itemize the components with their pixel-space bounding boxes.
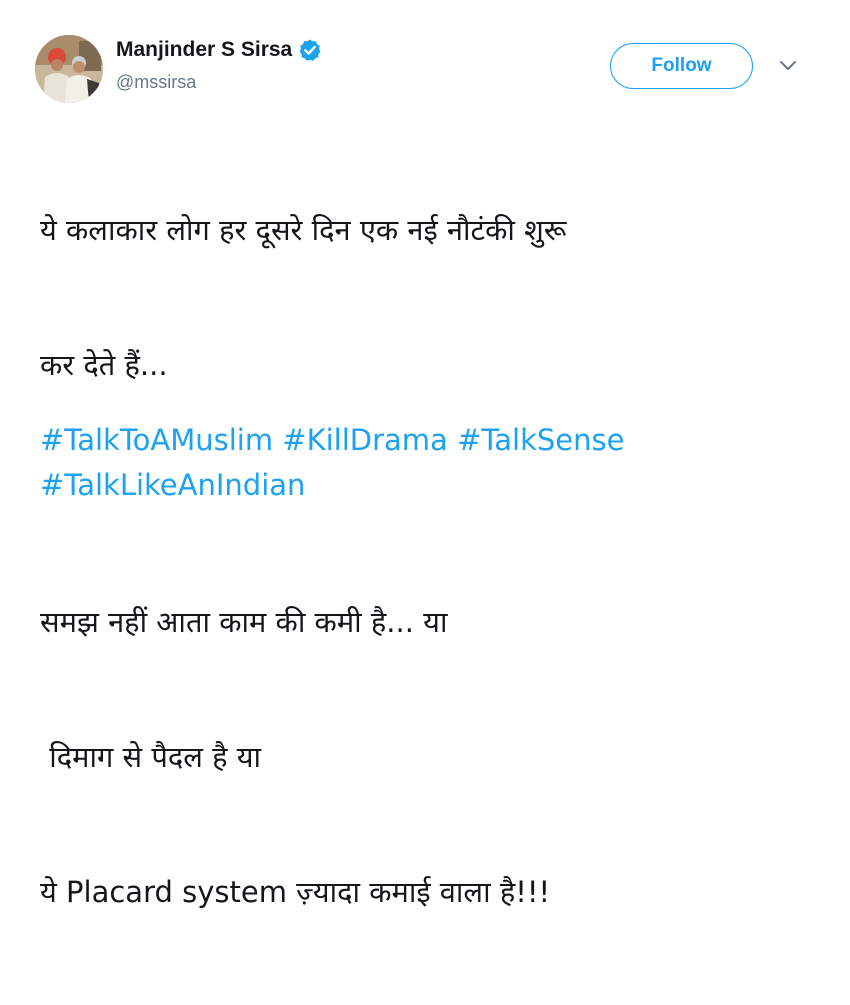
hashtag-link[interactable]: #TalkToAMuslim [40, 423, 273, 457]
tweet-text-line: दिमाग से पैदल है या [40, 740, 262, 774]
hashtag-row: #TalkLikeAnIndian [40, 463, 624, 508]
avatar[interactable] [35, 35, 103, 103]
hashtag-row: #TalkToAMuslim #KillDrama #TalkSense [40, 418, 624, 463]
verified-badge-icon [298, 38, 322, 62]
hashtag-link[interactable]: #TalkSense [457, 423, 624, 457]
chevron-down-icon[interactable] [779, 58, 797, 72]
author-name-row: Manjinder S Sirsa [116, 38, 322, 62]
follow-button[interactable]: Follow [610, 43, 753, 89]
author-name[interactable]: Manjinder S Sirsa [116, 38, 292, 62]
tweet-text-line: समझ नहीं आता काम की कमी है... या [40, 605, 448, 639]
author-handle[interactable]: @mssirsa [116, 72, 196, 93]
hashtag-link[interactable]: #TalkLikeAnIndian [40, 468, 305, 502]
hashtag-link[interactable]: #KillDrama [282, 423, 448, 457]
tweet-text-line: कर देते हैं... [40, 348, 168, 382]
avatar-photo [35, 35, 103, 103]
tweet-card: Manjinder S Sirsa @mssirsa Follow ये कला… [0, 0, 850, 909]
tweet-text: ये कलाकार लोग हर दूसरे दिन एक नई नौटंकी … [40, 118, 830, 1005]
tweet-text-line: ये Placard system ज़्यादा कमाई वाला है!!… [40, 875, 551, 909]
hashtag-block: #TalkToAMuslim #KillDrama #TalkSense #Ta… [40, 418, 624, 508]
tweet-text-line: ये कलाकार लोग हर दूसरे दिन एक नई नौटंकी … [40, 213, 567, 247]
